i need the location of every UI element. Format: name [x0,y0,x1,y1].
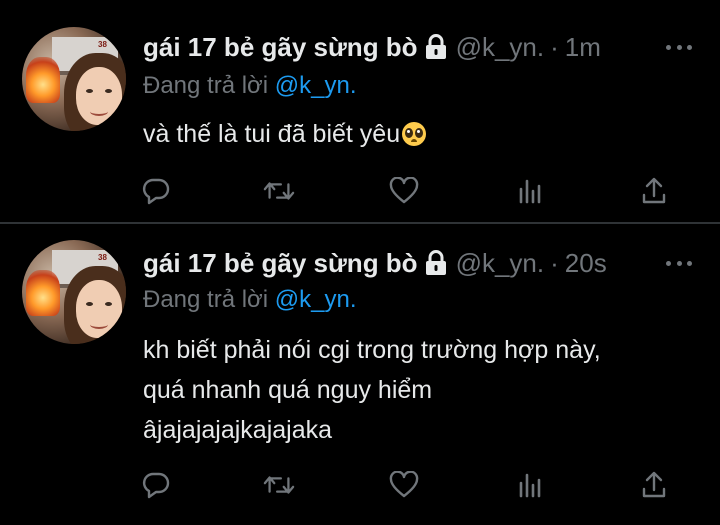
reply-icon[interactable] [140,470,172,500]
timestamp[interactable]: 20s [565,248,607,279]
avatar-eye [105,89,112,93]
lock-icon [424,34,448,60]
reply-icon[interactable] [140,176,172,206]
retweet-icon[interactable] [263,470,295,500]
avatar[interactable]: 38 [22,240,126,344]
handle[interactable]: @k_yn. [456,32,545,63]
avatar[interactable]: 38 [22,27,126,131]
tweet-text-line: và thế là tui đã biết yêu [143,120,401,148]
avatar-eye [86,302,93,306]
tweet-header: gái 17 bẻ gãy sừng bò @k_yn. · 20s [143,246,607,280]
separator: · [550,31,559,62]
display-name[interactable]: gái 17 bẻ gãy sừng bò [143,248,418,279]
avatar-face [76,280,122,338]
avatar-eye [105,302,112,306]
avatar-badge: 38 [98,253,107,262]
reply-mention-link[interactable]: @k_yn. [275,286,357,313]
avatar-smile [90,107,108,116]
display-name[interactable]: gái 17 bẻ gãy sừng bò [143,32,418,63]
analytics-icon[interactable] [514,176,546,206]
avatar-badge: 38 [98,40,107,49]
reply-context: Đang trả lời @k_yn. [143,286,357,314]
more-options-icon[interactable] [666,42,692,52]
tweet-actions [0,470,720,500]
share-icon[interactable] [638,470,670,500]
timestamp[interactable]: 1m [565,32,601,63]
tweet-text: và thế là tui đã biết yêu [143,114,427,154]
share-icon[interactable] [638,176,670,206]
tweet-text-line: âjajajajajkajajaka [143,416,333,444]
pleading-face-emoji [402,122,427,146]
reply-context: Đang trả lời @k_yn. [143,72,357,100]
tweet-text-line: quá nhanh quá nguy hiểm [143,376,433,404]
separator: · [550,247,559,278]
avatar-face [76,67,122,125]
avatar-smile [90,320,108,329]
reply-mention-link[interactable]: @k_yn. [275,72,357,99]
avatar-fire [26,57,60,103]
avatar-fire [26,270,60,316]
tweet[interactable]: 38 gái 17 bẻ gãy sừng bò @k_yn. · 20s Đa… [0,224,720,525]
tweet[interactable]: 38 gái 17 bẻ gãy sừng bò @k_yn. · 1m Đan… [0,0,720,222]
tweet-text: kh biết phải nói cgi trong trường hợp nà… [143,330,601,450]
heart-icon[interactable] [388,470,420,500]
lock-icon [424,250,448,276]
tweet-text-line: kh biết phải nói cgi trong trường hợp nà… [143,336,601,364]
reply-prefix: Đang trả lời [143,72,269,99]
heart-icon[interactable] [388,176,420,206]
tweet-header: gái 17 bẻ gãy sừng bò @k_yn. · 1m [143,30,601,64]
retweet-icon[interactable] [263,176,295,206]
tweet-actions [0,176,720,206]
more-options-icon[interactable] [666,258,692,268]
handle[interactable]: @k_yn. [456,248,545,279]
avatar-eye [86,89,93,93]
reply-prefix: Đang trả lời [143,286,269,313]
analytics-icon[interactable] [514,470,546,500]
